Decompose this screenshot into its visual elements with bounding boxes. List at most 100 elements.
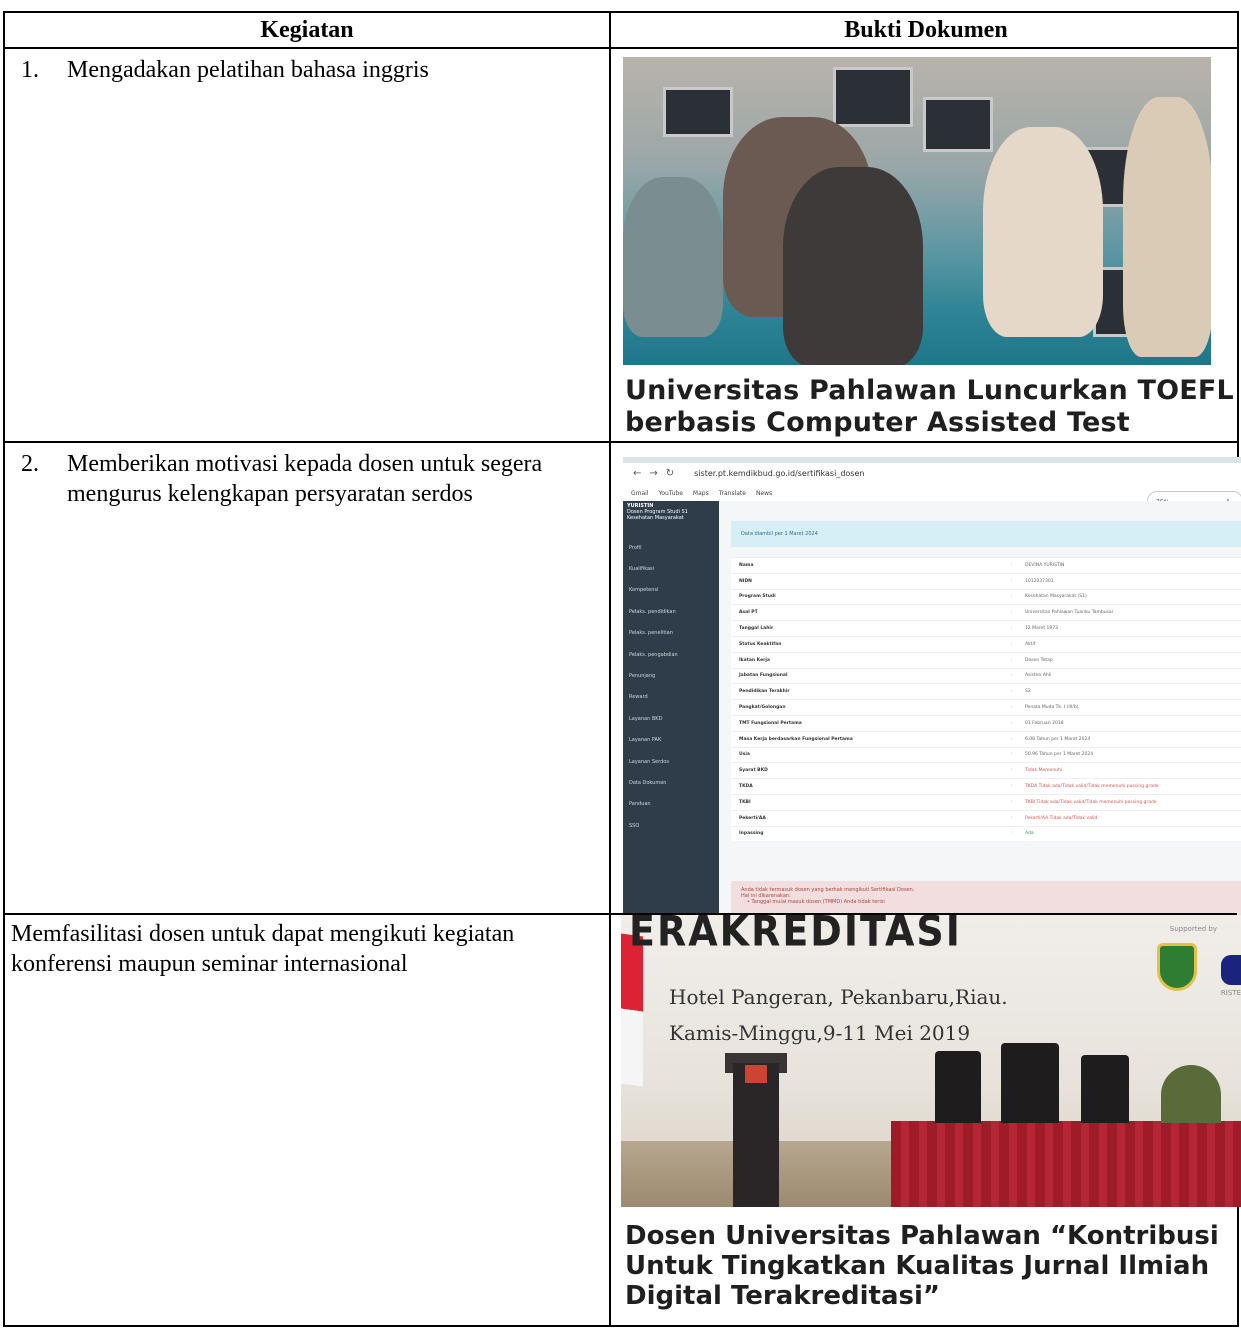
profile-fields: Nama: DEVINA YURISTIN NIDN: 1012037301 Progr… bbox=[731, 557, 1241, 842]
sidebar-item: SSO bbox=[629, 822, 640, 829]
profile-field-row: TKDA: TKDA Tidak ada/Tidak valid/Tidak me… bbox=[731, 778, 1241, 794]
field-label: TKDA bbox=[739, 784, 753, 790]
field-value: 1012037301 bbox=[1025, 578, 1054, 584]
serdos-alert: Anda tidak termasuk dosen yang berhak me… bbox=[731, 881, 1241, 915]
conference-headline: Dosen Universitas Pahlawan “Kontribusi U… bbox=[625, 1221, 1219, 1311]
profile-field-row: Masa Kerja berdasarkan Fungsional Pertam… bbox=[731, 730, 1241, 747]
field-colon: : bbox=[1011, 562, 1013, 568]
field-colon: : bbox=[1011, 784, 1013, 790]
profile-field-row: Program Studi: Kesehatan Masyarakat (S1) bbox=[731, 588, 1241, 605]
field-colon: : bbox=[1011, 736, 1013, 742]
regional-crest-logo bbox=[1157, 943, 1197, 991]
chair bbox=[935, 1051, 981, 1123]
nav-arrows-icon: ←→↻ bbox=[633, 467, 683, 479]
profile-field-row: Nama: DEVINA YURISTIN bbox=[731, 557, 1241, 573]
sidebar-item: Pelaks. pendidikan bbox=[629, 608, 676, 615]
profile-field-row: Ikatan Kerja: Dosen Tetap bbox=[731, 651, 1241, 668]
row-3-activity: Memfasilitasi dosen untuk dapat mengikut… bbox=[5, 919, 609, 1009]
field-value: Tidak Memenuhi bbox=[1025, 768, 1063, 774]
banner-title: ERAKREDITASI bbox=[629, 915, 962, 956]
row-3-evidence: ERAKREDITASI Supported by RISTE Hotel Pa… bbox=[611, 915, 1241, 1327]
field-colon: : bbox=[1011, 673, 1013, 679]
sidebar-item: Data Dokumen bbox=[629, 779, 667, 786]
sidebar-item: Layanan BKD bbox=[629, 715, 663, 722]
header-bukti-dokumen: Bukti Dokumen bbox=[844, 16, 1008, 43]
field-label: Tanggal Lahir bbox=[739, 626, 774, 632]
bookmark-maps: Maps bbox=[692, 489, 709, 497]
chair bbox=[1081, 1055, 1129, 1123]
field-colon: : bbox=[1011, 815, 1013, 821]
field-colon: : bbox=[1011, 610, 1013, 616]
bookmark-news: News bbox=[755, 489, 773, 497]
sidebar-item: Layanan PAK bbox=[629, 737, 662, 744]
ristek-logo bbox=[1221, 955, 1241, 985]
field-colon: : bbox=[1011, 657, 1013, 663]
profile-field-row: Usia: 50.96 Tahun per 1 Maret 2024 bbox=[731, 746, 1241, 763]
profile-field-row: Pendidikan Terakhir: S2 bbox=[731, 683, 1241, 699]
sidebar-item: Panduan bbox=[629, 801, 651, 808]
field-label: Syarat BKD bbox=[739, 768, 768, 774]
field-colon: : bbox=[1011, 594, 1013, 600]
field-label: TMT Fungsional Pertama bbox=[739, 720, 802, 726]
sidebar-user: YURISTIN Dosen Program Studi S1 Kesehata… bbox=[623, 501, 719, 523]
field-value: 12 Maret 1973 bbox=[1025, 626, 1058, 632]
venue-text: Hotel Pangeran, Pekanbaru,Riau. bbox=[669, 985, 1008, 1009]
field-value: 50.96 Tahun per 1 Maret 2024 bbox=[1025, 752, 1094, 758]
field-colon: : bbox=[1011, 689, 1013, 695]
profile-field-row: Pekerti/AA: Pekerti/AA Tidak ada/Tidak va… bbox=[731, 809, 1241, 826]
field-label: Inpassing bbox=[739, 831, 764, 837]
toefl-headline-line2: berbasis Computer Assisted Test bbox=[625, 407, 1130, 438]
sidebar-item: Profil bbox=[629, 544, 642, 551]
sister-screenshot: ←→↻ sister.pt.kemdikbud.go.id/sertifikas… bbox=[623, 457, 1241, 915]
field-label: Status Keaktifan bbox=[739, 641, 782, 647]
sidebar-item: Kompetensi bbox=[629, 587, 659, 594]
field-value: Asisten Ahli bbox=[1025, 673, 1052, 679]
field-label: Jabatan Fungsional bbox=[739, 673, 788, 679]
ristek-label: RISTE bbox=[1220, 989, 1241, 997]
field-value: Kesehatan Masyarakat (S1) bbox=[1025, 594, 1087, 600]
toefl-headline: Universitas Pahlawan Luncurkan TOEFL ber… bbox=[625, 375, 1241, 439]
flag-shape bbox=[621, 933, 643, 1087]
row-1-number: 1. bbox=[21, 57, 39, 83]
row-3-activity-text: Memfasilitasi dosen untuk dapat mengikut… bbox=[11, 921, 515, 977]
field-value: Universitas Pahlawan Tuanku Tambusai bbox=[1025, 610, 1113, 616]
field-colon: : bbox=[1011, 720, 1013, 726]
field-label: Asal PT bbox=[739, 610, 758, 616]
field-colon: : bbox=[1011, 752, 1013, 758]
field-label: Usia bbox=[739, 752, 750, 758]
row-1-activity-text: Mengadakan pelatihan bahasa inggris bbox=[67, 57, 429, 83]
field-value: TKDA Tidak ada/Tidak valid/Tidak memenuh… bbox=[1025, 784, 1159, 790]
podium-logo bbox=[745, 1065, 767, 1083]
table-cloth bbox=[891, 1121, 1241, 1207]
data-notice: Data diambil per 1 Maret 2024 bbox=[731, 521, 1241, 547]
alert-line-3: • Tanggal mulai masuk dosen (TMMD) Anda … bbox=[747, 899, 885, 905]
bookmark-gmail: Gmail bbox=[631, 489, 649, 497]
field-value: Dosen Tetap bbox=[1025, 657, 1053, 663]
field-value: 6.08 Tahun per 1 Maret 2024 bbox=[1025, 736, 1091, 742]
row-2-activity-text: Memberikan motivasi kepada dosen untuk s… bbox=[67, 451, 543, 507]
podium bbox=[733, 1063, 779, 1207]
supported-by-label: Supported by bbox=[1169, 925, 1217, 933]
date-text: Kamis-Minggu,9-11 Mei 2019 bbox=[669, 1021, 971, 1045]
toefl-classroom-photo bbox=[623, 57, 1211, 365]
field-label: Pekerti/AA bbox=[739, 815, 766, 821]
sidebar-user-desc: Dosen Program Studi S1 Kesehatan Masyara… bbox=[627, 509, 688, 521]
field-value: Ada bbox=[1025, 831, 1034, 837]
field-label: Pangkat/Golongan bbox=[739, 705, 786, 711]
field-colon: : bbox=[1011, 641, 1013, 647]
field-label: TKBI bbox=[739, 799, 751, 805]
profile-field-row: TKBI: TKBI Tidak ada/Tidak valid/Tidak me… bbox=[731, 793, 1241, 810]
bookmark-youtube: YouTube bbox=[658, 489, 683, 497]
field-colon: : bbox=[1011, 768, 1013, 774]
activities-table: Kegiatan Bukti Dokumen 1. Mengadakan pel… bbox=[3, 11, 1241, 1327]
profile-field-row: TMT Fungsional Pertama: 01 Februari 2018 bbox=[731, 714, 1241, 731]
toefl-headline-line1: Universitas Pahlawan Luncurkan TOEFL bbox=[625, 375, 1234, 406]
profile-field-row: Inpassing: Ada bbox=[731, 825, 1241, 842]
browser-url: sister.pt.kemdikbud.go.id/sertifikasi_do… bbox=[694, 468, 865, 478]
field-label: Pendidikan Terakhir bbox=[739, 689, 790, 695]
profile-field-row: NIDN: 1012037301 bbox=[731, 572, 1241, 589]
profile-field-row: Status Keaktifan: Aktif bbox=[731, 635, 1241, 652]
sidebar-item: Pelaks. pengabdian bbox=[629, 651, 678, 658]
field-label: Program Studi bbox=[739, 594, 776, 600]
browser-address-bar: ←→↻ sister.pt.kemdikbud.go.id/sertifikas… bbox=[623, 463, 1241, 483]
